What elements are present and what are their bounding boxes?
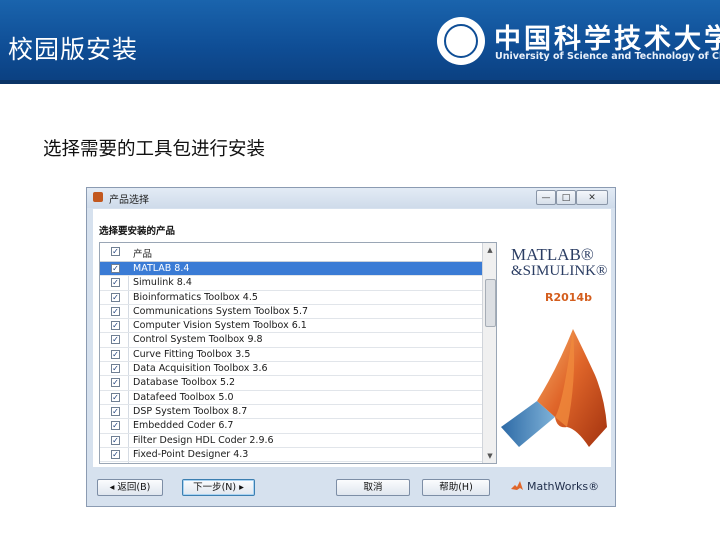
window-title: 产品选择 <box>109 195 149 206</box>
installer-content: 选择要安装的产品 ✓ 产品 ✓ MATLAB 8.4 ✓ Simulink 8.4 ✓ B… <box>93 209 611 467</box>
product-row[interactable]: ✓ Computer Vision System Toolbox 6.1 <box>100 319 482 334</box>
header-banner: 校园版安装 中国科学技术大学 University of Science and… <box>0 0 720 84</box>
product-label: Communications System Toolbox 5.7 <box>133 305 309 317</box>
product-row[interactable]: ✓ Simulink 8.4 <box>100 276 482 291</box>
list-scrollbar[interactable]: ▲ ▼ <box>482 243 496 463</box>
product-label: Computer Vision System Toolbox 6.1 <box>133 320 307 332</box>
product-checkbox[interactable]: ✓ <box>111 421 120 431</box>
product-row[interactable]: ✓ Data Acquisition Toolbox 3.6 <box>100 362 482 377</box>
product-checkbox[interactable]: ✓ <box>111 349 120 359</box>
product-checkbox[interactable]: ✓ <box>111 406 120 416</box>
product-row[interactable]: ✓ Embedded Coder 6.7 <box>100 419 482 434</box>
close-button[interactable]: ✕ <box>576 190 608 205</box>
scroll-down-icon[interactable]: ▼ <box>483 449 496 463</box>
product-checkbox[interactable]: ✓ <box>111 435 120 445</box>
product-checkbox[interactable]: ✓ <box>111 264 120 273</box>
product-column-header: 产品 <box>133 249 153 260</box>
release-label: R2014b <box>545 291 592 304</box>
product-label: DSP System Toolbox 8.7 <box>133 405 248 417</box>
product-checkbox[interactable]: ✓ <box>111 449 120 459</box>
next-button[interactable]: 下一步(N) ▸ <box>182 479 255 496</box>
matlab-membrane-logo <box>501 329 607 447</box>
university-name-en: University of Science and Technology of … <box>495 51 720 62</box>
product-row[interactable]: ✓ Curve Fitting Toolbox 3.5 <box>100 348 482 363</box>
minimize-button[interactable]: — <box>536 190 556 205</box>
mathworks-wordmark: MathWorks® <box>527 480 600 493</box>
product-row[interactable]: ✓ DSP System Toolbox 8.7 <box>100 405 482 420</box>
maximize-button[interactable]: □ <box>556 190 576 205</box>
product-label: Bioinformatics Toolbox 4.5 <box>133 291 258 303</box>
product-list-header: ✓ 产品 <box>100 243 482 262</box>
product-checkbox[interactable]: ✓ <box>111 378 120 388</box>
product-label: Database Toolbox 5.2 <box>133 377 236 389</box>
product-row[interactable]: ✓ Datafeed Toolbox 5.0 <box>100 391 482 405</box>
product-label: Datafeed Toolbox 5.0 <box>133 391 234 403</box>
window-titlebar[interactable]: 产品选择 — □ ✕ <box>87 188 615 208</box>
product-row[interactable]: ✓ Filter Design HDL Coder 2.9.6 <box>100 434 482 448</box>
selection-prompt: 选择要安装的产品 <box>99 226 176 237</box>
product-row[interactable]: ✓ Control System Toolbox 9.8 <box>100 333 482 348</box>
cancel-button[interactable]: 取消 <box>336 479 410 496</box>
select-all-checkbox[interactable]: ✓ <box>111 247 120 256</box>
product-label: Control System Toolbox 9.8 <box>133 334 263 346</box>
product-checkbox[interactable]: ✓ <box>111 306 120 316</box>
product-label: Embedded Coder 6.7 <box>133 420 234 432</box>
product-label: Simulink 8.4 <box>133 277 192 289</box>
product-label: Filter Design HDL Coder 2.9.6 <box>133 434 274 446</box>
product-checkbox[interactable]: ✓ <box>111 321 120 331</box>
installer-window: 产品选择 — □ ✕ 选择要安装的产品 ✓ 产品 ✓ MATLAB 8.4 ✓ Sim… <box>86 187 616 507</box>
product-list[interactable]: ✓ 产品 ✓ MATLAB 8.4 ✓ Simulink 8.4 ✓ Bioinforma… <box>99 242 497 464</box>
product-checkbox[interactable]: ✓ <box>111 392 120 402</box>
product-row[interactable]: ✓ Bioinformatics Toolbox 4.5 <box>100 291 482 305</box>
product-rows: ✓ MATLAB 8.4 ✓ Simulink 8.4 ✓ Bioinformatics … <box>100 262 482 463</box>
university-seal-icon <box>437 17 485 65</box>
slide-subtitle: 选择需要的工具包进行安装 <box>43 139 266 160</box>
mathworks-logo-icon <box>511 481 523 490</box>
help-button[interactable]: 帮助(H) <box>422 479 490 496</box>
product-checkbox[interactable]: ✓ <box>111 335 120 345</box>
simulink-wordmark: &SIMULINK® <box>511 263 608 279</box>
product-row[interactable]: ✓ Database Toolbox 5.2 <box>100 376 482 391</box>
product-checkbox[interactable]: ✓ <box>111 292 120 302</box>
product-row[interactable]: ✓ MATLAB 8.4 <box>100 262 482 277</box>
product-label: MATLAB 8.4 <box>133 263 190 274</box>
back-button[interactable]: ◂ 返回(B) <box>97 479 163 496</box>
matlab-app-icon <box>93 192 103 202</box>
matlab-wordmark: MATLAB® <box>511 245 594 264</box>
product-row[interactable]: ✓ Fixed-Point Designer 4.3 <box>100 448 482 463</box>
scroll-thumb[interactable] <box>485 279 496 327</box>
scroll-up-icon[interactable]: ▲ <box>483 243 496 257</box>
product-row[interactable]: ✓ Communications System Toolbox 5.7 <box>100 305 482 320</box>
product-label: Data Acquisition Toolbox 3.6 <box>133 363 268 375</box>
slide-title: 校园版安装 <box>8 35 139 64</box>
product-label: Curve Fitting Toolbox 3.5 <box>133 348 251 360</box>
product-checkbox[interactable]: ✓ <box>111 278 120 288</box>
product-label: Fixed-Point Designer 4.3 <box>133 448 249 460</box>
product-checkbox[interactable]: ✓ <box>111 364 120 374</box>
